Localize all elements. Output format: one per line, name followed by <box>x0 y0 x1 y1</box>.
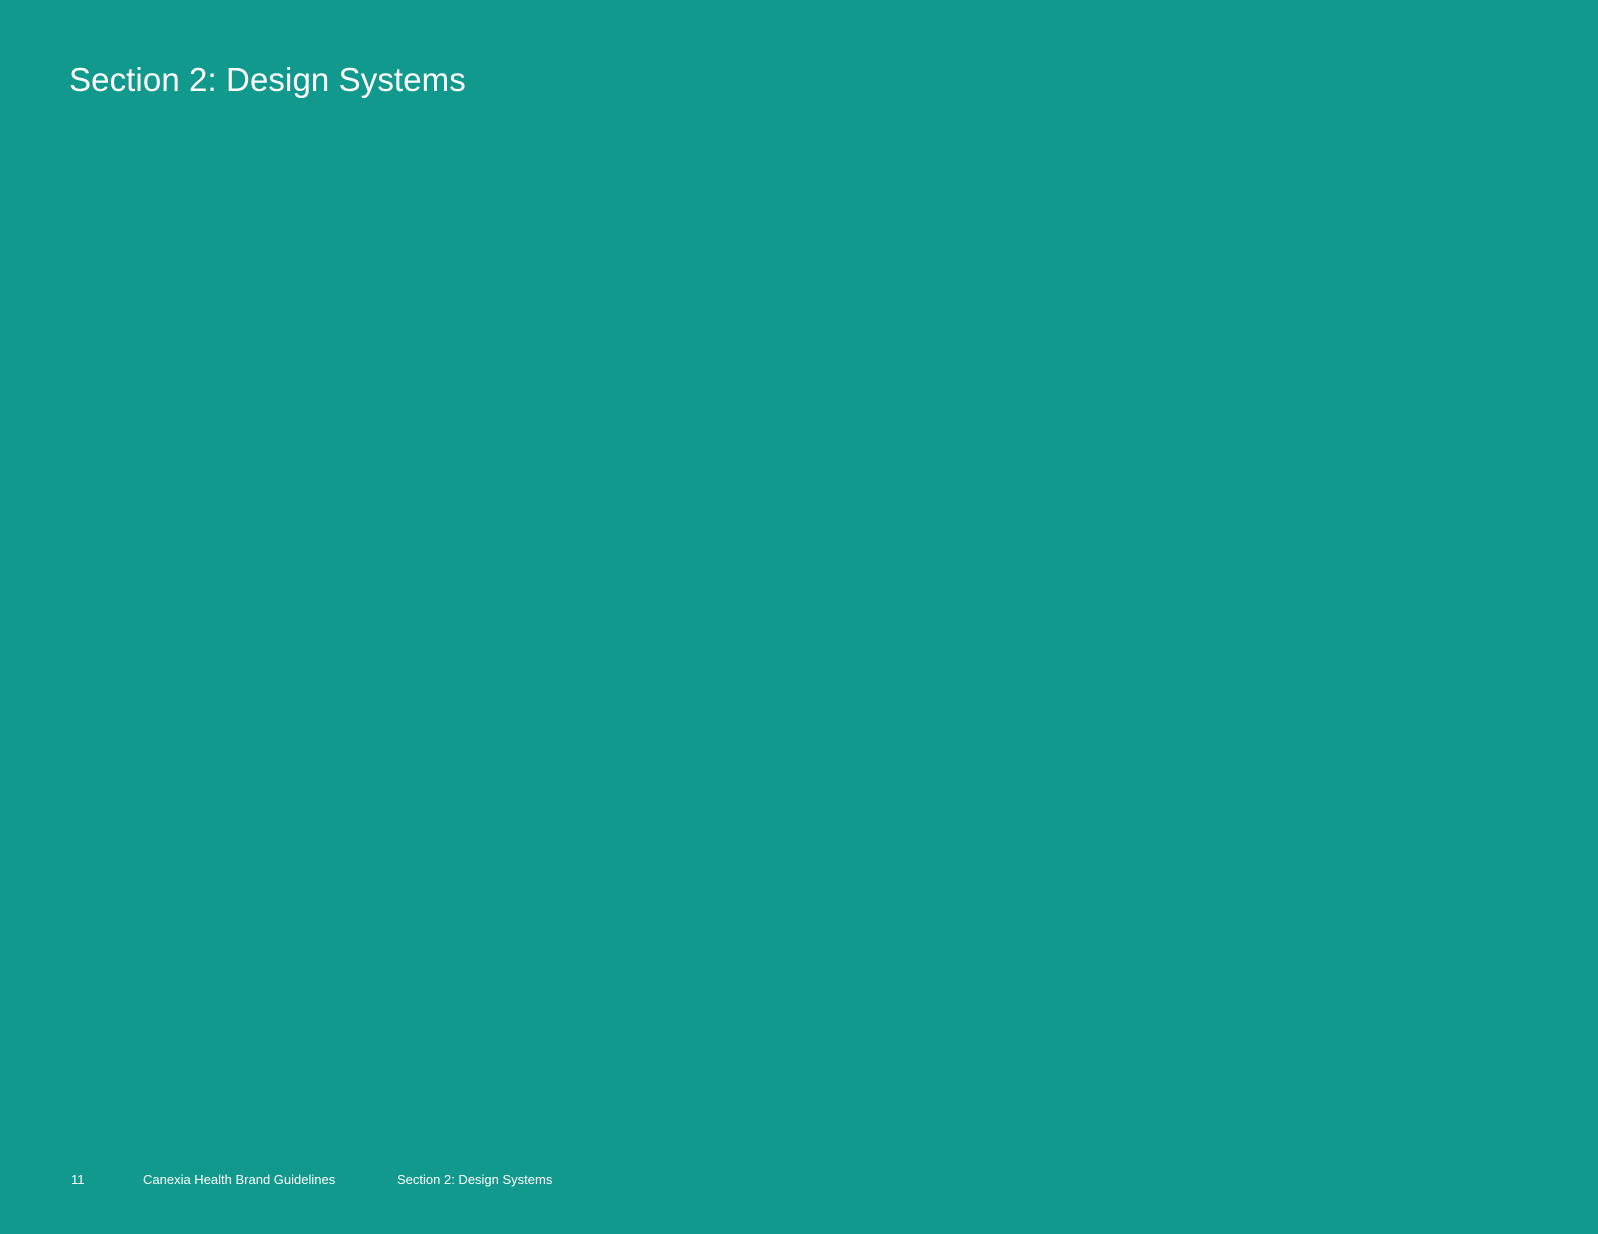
footer-page-number: 11 <box>71 1172 85 1187</box>
footer-document-title: Canexia Health Brand Guidelines <box>143 1172 336 1187</box>
page-title: Section 2: Design Systems <box>69 61 466 98</box>
footer-section-title: Section 2: Design Systems <box>397 1172 553 1187</box>
